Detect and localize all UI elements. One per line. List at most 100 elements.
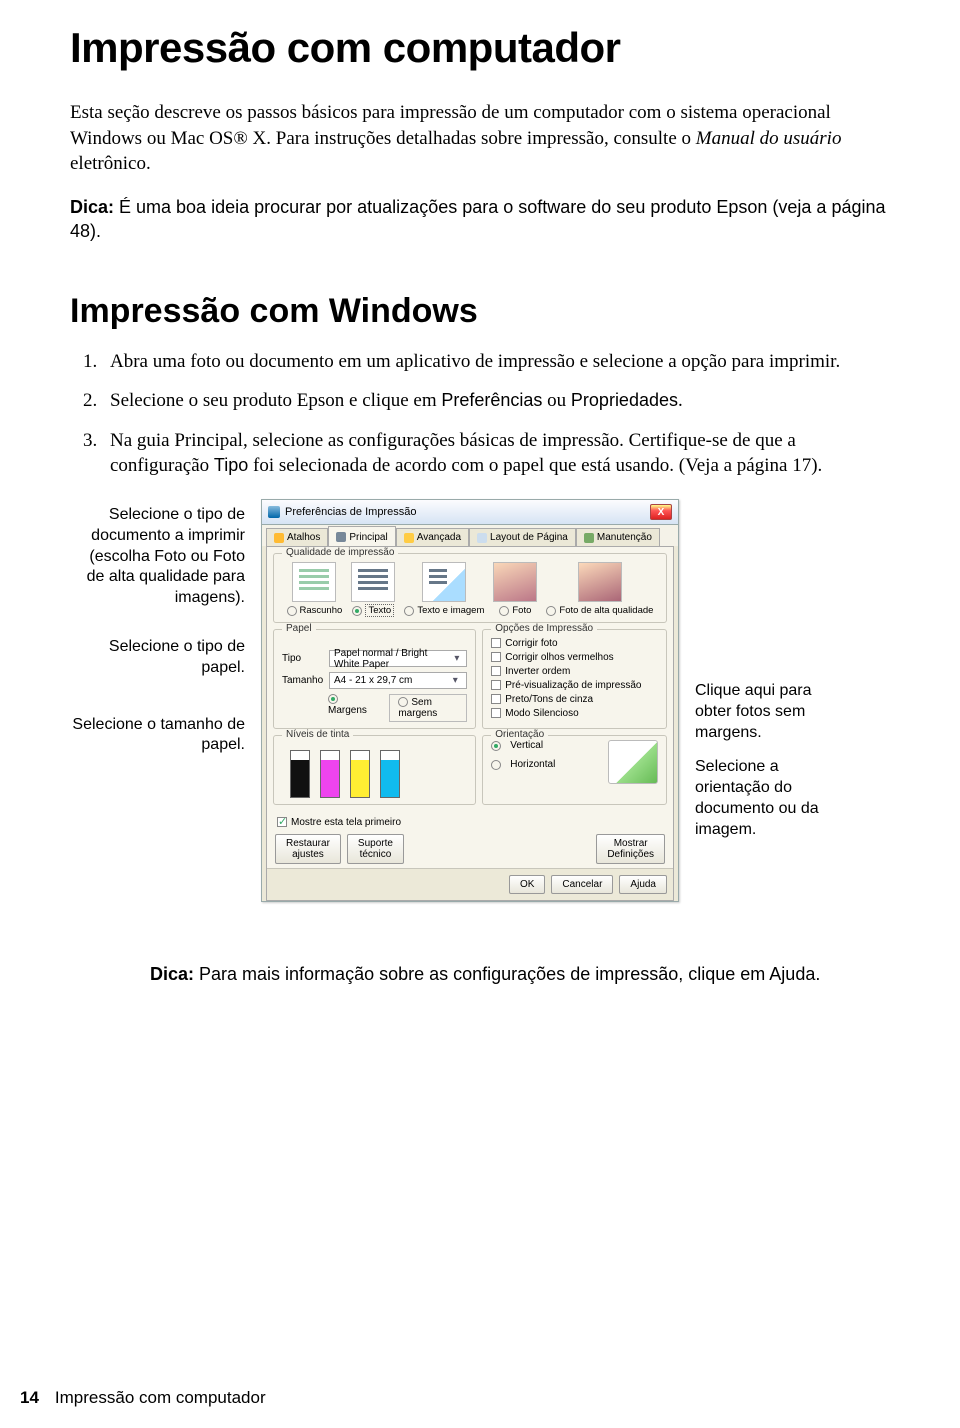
- callout-papertype: Selecione o tipo de papel.: [70, 637, 245, 679]
- step2-c: ou: [542, 390, 571, 411]
- callouts-right: Clique aqui para obter fotos sem margens…: [695, 499, 845, 855]
- radio-selected-icon: [491, 741, 501, 751]
- page-title: Impressão com computador: [70, 24, 890, 72]
- footer-title: Impressão com computador: [55, 1388, 266, 1407]
- dropdown-tamanho[interactable]: A4 - 21 x 29,7 cm ▾: [329, 672, 467, 689]
- photohq-thumb-icon: [578, 562, 622, 602]
- chk-label: Corrigir olhos vermelhos: [505, 652, 613, 663]
- step2-a: Selecione o seu produto Epson e clique e…: [110, 390, 441, 411]
- ink-bar-magenta: [320, 750, 340, 798]
- print-preferences-dialog: Preferências de Impressão X Atalhos Prin…: [261, 499, 679, 902]
- tip-paragraph: Dica: É uma boa ideia procurar por atual…: [70, 195, 890, 244]
- group-orient-title: Orientação: [491, 729, 548, 740]
- tab-manutencao-label: Manutenção: [597, 532, 652, 543]
- label-horizontal: Horizontal: [510, 759, 555, 770]
- dd-tipo-value: Papel normal / Bright White Paper: [334, 648, 451, 670]
- tab-atalhos-label: Atalhos: [287, 532, 320, 543]
- callout-papersize: Selecione o tamanho de papel.: [70, 715, 245, 757]
- dd-tamanho-value: A4 - 21 x 29,7 cm: [334, 675, 412, 686]
- help-button[interactable]: Ajuda: [619, 875, 667, 894]
- chk-previsualizacao[interactable]: Pré-visualização de impressão: [491, 680, 658, 691]
- star-icon: [274, 533, 284, 543]
- quality-texto[interactable]: Texto: [351, 562, 395, 616]
- tip-text: É uma boa ideia procurar por atualizaçõe…: [70, 197, 886, 241]
- tab-avancada-label: Avançada: [417, 532, 461, 543]
- radio-horizontal[interactable]: Horizontal: [491, 759, 602, 770]
- close-button[interactable]: X: [650, 504, 672, 520]
- radio-selected-icon: [352, 606, 362, 616]
- tab-principal[interactable]: Principal: [328, 526, 395, 546]
- step2-pref: Preferências: [441, 390, 542, 410]
- intro-paragraph: Esta seção descreve os passos básicos pa…: [70, 100, 890, 177]
- steps-list: Abra uma foto ou documento em um aplicat…: [70, 349, 890, 480]
- chk-preto-cinza[interactable]: Preto/Tons de cinza: [491, 694, 658, 705]
- q-label-rascunho: Rascunho: [300, 605, 343, 616]
- tab-manutencao[interactable]: Manutenção: [576, 528, 660, 546]
- radio-icon: [499, 606, 509, 616]
- orientation-preview-icon: [608, 740, 658, 784]
- group-printopts-title: Opções de Impressão: [491, 623, 597, 634]
- chk-corrigir-foto[interactable]: Corrigir foto: [491, 638, 658, 649]
- tabs-bar: Atalhos Principal Avançada Layout de Pág…: [262, 525, 678, 546]
- group-ink-title: Níveis de tinta: [282, 729, 353, 740]
- ink-bar-yellow: [350, 750, 370, 798]
- chk-olhos-vermelhos[interactable]: Corrigir olhos vermelhos: [491, 652, 658, 663]
- chevron-down-icon: ▾: [448, 675, 462, 686]
- quality-fotoaq[interactable]: Foto de alta qualidade: [546, 562, 653, 616]
- radio-margens[interactable]: Margens: [328, 694, 369, 722]
- group-orientation: Orientação Vertical Horizontal: [482, 735, 667, 805]
- page-footer: 14 Impressão com computador: [20, 1388, 266, 1408]
- bottom-tip: Dica: Para mais informação sobre as conf…: [70, 962, 890, 986]
- draft-thumb-icon: [292, 562, 336, 602]
- q-label-foto: Foto: [512, 605, 531, 616]
- support-button[interactable]: Suporte técnico: [347, 834, 404, 864]
- step3-b: Tipo: [214, 455, 248, 475]
- tab-atalhos[interactable]: Atalhos: [266, 528, 328, 546]
- label-tamanho: Tamanho: [282, 675, 324, 686]
- bottom-tip-label: Dica:: [150, 964, 194, 984]
- tab-avancada[interactable]: Avançada: [396, 528, 469, 546]
- intro-text-2: eletrônico.: [70, 153, 151, 174]
- tab-principal-label: Principal: [349, 532, 387, 543]
- tab-layout-label: Layout de Página: [490, 532, 568, 543]
- quality-rascunho[interactable]: Rascunho: [287, 562, 343, 616]
- radio-sem-margens[interactable]: Sem margens: [389, 694, 467, 722]
- group-quality-title: Qualidade de impressão: [282, 547, 398, 558]
- radio-selected-icon: [328, 694, 338, 704]
- restore-defaults-button[interactable]: Restaurar ajustes: [275, 834, 341, 864]
- figure-block: Selecione o tipo de documento a imprimir…: [70, 499, 890, 902]
- quality-foto[interactable]: Foto: [493, 562, 537, 616]
- group-quality: Qualidade de impressão Rascunho Texto Te…: [273, 553, 667, 623]
- quality-textoimagem[interactable]: Texto e imagem: [404, 562, 484, 616]
- group-print-options: Opções de Impressão Corrigir foto Corrig…: [482, 629, 667, 729]
- step-3: Na guia Principal, selecione as configur…: [102, 428, 890, 479]
- chk-show-first[interactable]: Mostre esta tela primeiro: [277, 817, 667, 828]
- q-label-fotohq: Foto de alta qualidade: [559, 605, 653, 616]
- group-ink-levels: Níveis de tinta: [273, 735, 476, 805]
- gear-icon: [404, 533, 414, 543]
- step3-c: foi selecionada de acordo com o papel qu…: [248, 455, 822, 476]
- text-thumb-icon: [351, 562, 395, 602]
- dropdown-tipo[interactable]: Papel normal / Bright White Paper▾: [329, 650, 467, 667]
- bottom-tip-b: Ajuda: [769, 964, 815, 984]
- co1b: Foto: [154, 548, 186, 565]
- chk-label: Corrigir foto: [505, 638, 557, 649]
- cancel-button[interactable]: Cancelar: [551, 875, 613, 894]
- radio-vertical[interactable]: Vertical: [491, 740, 602, 751]
- callouts-left: Selecione o tipo de documento a imprimir…: [70, 499, 245, 784]
- tab-layout[interactable]: Layout de Página: [469, 528, 576, 546]
- chk-modo-silencioso[interactable]: Modo Silencioso: [491, 708, 658, 719]
- intro-emph: Manual do usuário: [696, 128, 842, 149]
- group-paper-title: Papel: [282, 623, 316, 634]
- show-definitions-button[interactable]: Mostrar Definições: [596, 834, 665, 864]
- step2-e: .: [678, 390, 683, 411]
- callout-orientation: Selecione a orientação do documento ou d…: [695, 757, 845, 840]
- q-label-texto: Texto: [365, 604, 394, 617]
- ok-button[interactable]: OK: [509, 875, 545, 894]
- chk-label: Inverter ordem: [505, 666, 570, 677]
- chk-inverter-ordem[interactable]: Inverter ordem: [491, 666, 658, 677]
- page-number: 14: [20, 1388, 39, 1407]
- chk-label: Modo Silencioso: [505, 708, 578, 719]
- radio-icon: [398, 697, 408, 707]
- group-paper: Papel Tipo Papel normal / Bright White P…: [273, 629, 476, 729]
